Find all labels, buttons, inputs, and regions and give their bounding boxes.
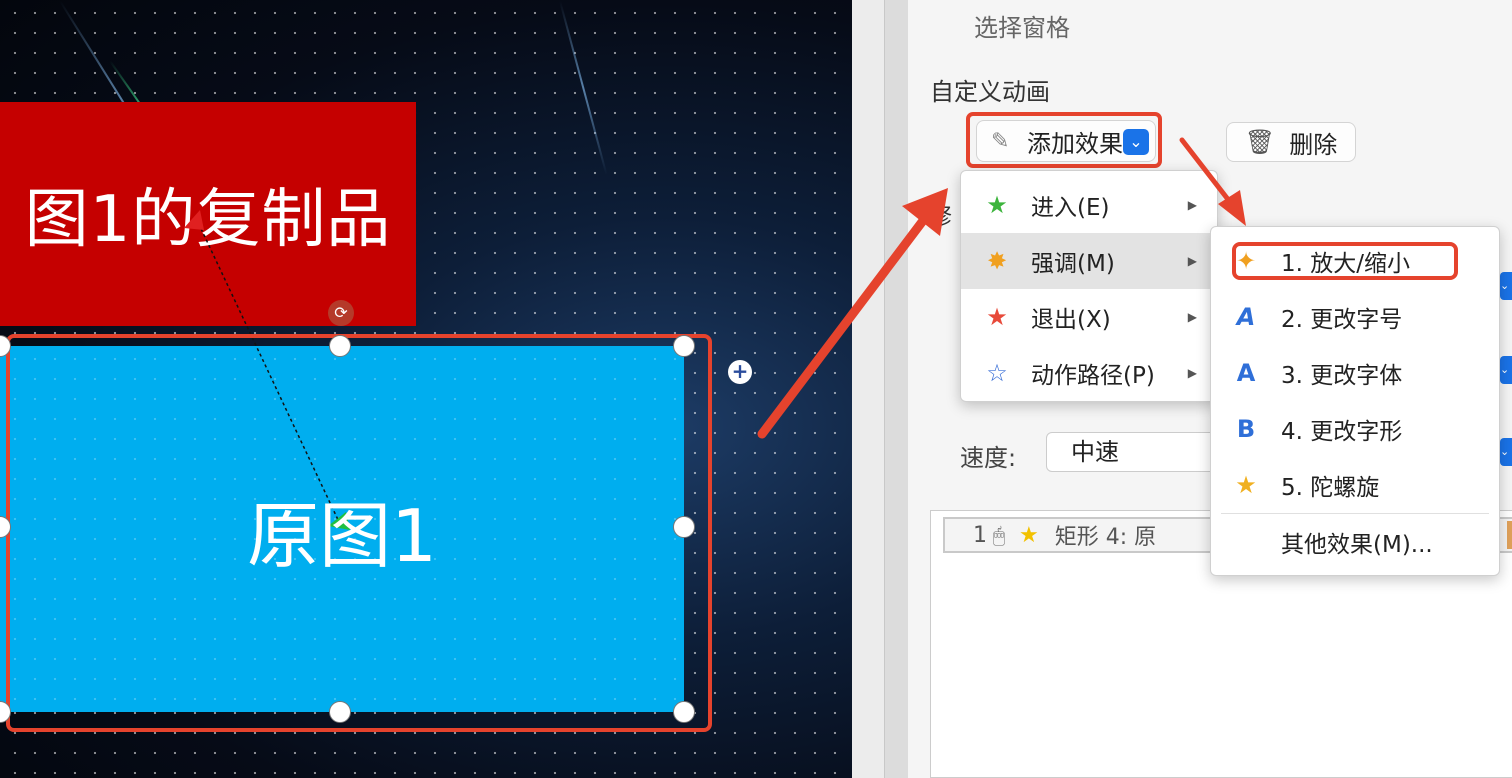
resize-handle[interactable] <box>329 335 351 357</box>
menu-item-change-font-size[interactable]: A 2. 更改字号 <box>1211 289 1499 345</box>
animation-target: 矩形 4: 原 <box>1054 525 1157 550</box>
original-shape-text: 原图1 <box>247 493 437 578</box>
speed-dropdown-arrow[interactable]: ⌄ <box>1500 438 1512 466</box>
speed-label: 速度: <box>960 444 1017 472</box>
modify-label: 修 <box>928 202 952 230</box>
yellow-burst-icon: ✸ <box>986 247 1008 275</box>
menu-item-label: 4. 更改字形 <box>1281 419 1403 445</box>
submenu-arrow-icon: ▶ <box>1187 366 1197 380</box>
rotate-handle-icon[interactable]: ⟳ <box>328 300 354 326</box>
menu-item-label: 动作路径(P) <box>1031 363 1155 389</box>
font-size-icon: A <box>1236 303 1256 331</box>
menu-item-label: 2. 更改字号 <box>1281 307 1403 333</box>
path-end-marker <box>184 210 204 230</box>
property-dropdown-arrow[interactable]: ⌄ <box>1500 356 1512 384</box>
menu-item-label: 退出(X) <box>1031 307 1111 333</box>
menu-item-spin[interactable]: ★ 5. 陀螺旋 <box>1211 457 1499 513</box>
delete-label: 删除 <box>1289 130 1338 159</box>
menu-item-entrance[interactable]: ★ 进入(E) ▶ <box>961 177 1217 233</box>
menu-item-emphasis[interactable]: ✸ 强调(M) ▶ <box>961 233 1217 289</box>
pane-gutter <box>852 0 884 778</box>
menu-item-motion-path[interactable]: ☆ 动作路径(P) ▶ <box>961 345 1217 401</box>
resize-handle[interactable] <box>673 701 695 723</box>
pane-splitter[interactable] <box>884 0 909 778</box>
submenu-arrow-icon: ▶ <box>1187 198 1197 212</box>
trash-icon: 🗑 <box>1244 128 1276 156</box>
mouse-click-icon: 🖱 <box>993 523 1005 547</box>
green-star-icon: ★ <box>986 191 1008 219</box>
add-effect-menu: ★ 进入(E) ▶ ✸ 强调(M) ▶ ★ 退出(X) ▶ ☆ 动作路径(P) … <box>960 170 1218 402</box>
menu-item-more-effects[interactable]: 其他效果(M)... <box>1211 514 1499 570</box>
resize-handle[interactable] <box>329 701 351 723</box>
delete-button[interactable]: 🗑 删除 <box>1226 122 1356 162</box>
grow-shrink-highlight <box>1232 242 1458 280</box>
menu-item-change-font[interactable]: A 3. 更改字体 <box>1211 345 1499 401</box>
red-star-icon: ★ <box>986 303 1008 331</box>
slide-canvas[interactable]: 图1的复制品 原图1 ⟳ + <box>0 0 852 778</box>
start-dropdown-arrow[interactable]: ⌄ <box>1500 272 1512 300</box>
custom-animation-title: 自定义动画 <box>930 78 1050 106</box>
menu-item-label: 其他效果(M)... <box>1281 532 1433 558</box>
outline-star-icon: ☆ <box>986 359 1008 387</box>
font-style-icon: B <box>1236 415 1256 443</box>
submenu-arrow-icon: ▶ <box>1187 310 1197 324</box>
menu-item-exit[interactable]: ★ 退出(X) ▶ <box>961 289 1217 345</box>
menu-item-change-font-style[interactable]: B 4. 更改字形 <box>1211 401 1499 457</box>
selection-pane-link[interactable]: 选择窗格 <box>974 8 1070 43</box>
animation-order: 1 <box>973 522 987 548</box>
menu-item-label: 5. 陀螺旋 <box>1281 475 1380 501</box>
menu-item-label: 3. 更改字体 <box>1281 363 1403 389</box>
menu-item-label: 进入(E) <box>1031 195 1110 221</box>
timing-bar <box>1507 521 1512 549</box>
add-effect-highlight <box>966 112 1162 168</box>
resize-handle[interactable] <box>673 516 695 538</box>
menu-item-label: 强调(M) <box>1031 251 1115 277</box>
add-icon[interactable]: + <box>728 360 752 384</box>
resize-handle[interactable] <box>673 335 695 357</box>
submenu-arrow-icon: ▶ <box>1187 254 1197 268</box>
font-face-icon: A <box>1236 359 1256 387</box>
spin-icon: ★ <box>1235 471 1257 499</box>
effect-star-icon: ★ <box>1019 522 1039 548</box>
